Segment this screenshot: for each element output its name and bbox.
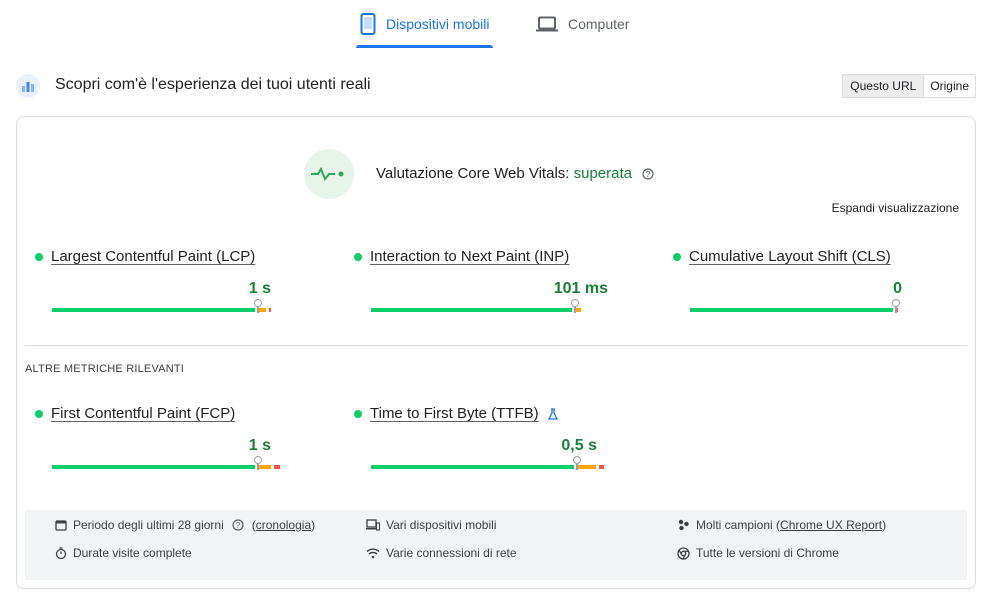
pulse-icon xyxy=(304,149,354,199)
metric-name-link[interactable]: Interaction to Next Paint (INP) xyxy=(370,248,569,265)
good-segment xyxy=(371,465,574,469)
network-info: Varie connessioni di rete xyxy=(366,546,517,560)
good-status-dot xyxy=(673,252,681,261)
flask-icon[interactable] xyxy=(547,407,559,420)
wifi-icon xyxy=(366,548,380,559)
distribution-bar xyxy=(52,299,330,313)
metric-name-link[interactable]: Largest Contentful Paint (LCP) xyxy=(51,248,255,265)
assessment-label: Valutazione Core Web Vitals: xyxy=(376,165,570,182)
laptop-icon xyxy=(536,16,558,32)
svg-text:?: ? xyxy=(236,521,241,530)
field-data-header: Scopri com'è l'esperienza dei tuoi utent… xyxy=(16,72,976,102)
metric-value: 1 s xyxy=(248,280,271,297)
device-tabs: Dispositivi mobili Computer xyxy=(0,0,986,48)
metric-value: 101 ms xyxy=(553,280,608,297)
users-chart-icon xyxy=(16,74,40,98)
core-web-vitals-card: Valutazione Core Web Vitals: superata ? … xyxy=(16,116,976,589)
toggle-origin[interactable]: Origine xyxy=(924,75,975,97)
period-info: Periodo degli ultimi 28 giorni ? (cronol… xyxy=(55,518,315,532)
chrome-text: Tutte le versioni di Chrome xyxy=(696,546,839,560)
section-divider xyxy=(25,345,967,346)
toggle-this-url[interactable]: Questo URL xyxy=(843,75,925,97)
metric-name-link[interactable]: Cumulative Layout Shift (CLS) xyxy=(689,248,891,265)
samples-text: Molti campioni xyxy=(696,518,773,532)
help-icon[interactable]: ? xyxy=(232,519,244,531)
good-status-dot xyxy=(35,409,43,418)
good-segment xyxy=(52,465,255,469)
network-text: Varie connessioni di rete xyxy=(386,546,517,560)
distribution-bar xyxy=(52,456,330,470)
poor-segment xyxy=(268,308,272,312)
tab-mobile-label: Dispositivi mobili xyxy=(386,16,490,32)
assessment-status: superata xyxy=(573,165,632,182)
metric-value: 1 s xyxy=(248,437,271,454)
history-link[interactable]: cronologia xyxy=(256,518,311,532)
percentile-marker xyxy=(571,299,580,313)
timer-icon xyxy=(55,547,67,559)
poor-segment xyxy=(598,465,605,469)
good-status-dot xyxy=(354,252,362,261)
help-icon[interactable]: ? xyxy=(642,168,654,180)
expand-view-button[interactable]: Espandi visualizzazione xyxy=(832,201,959,215)
percentile-marker xyxy=(253,456,262,470)
duration-text: Durate visite complete xyxy=(73,546,192,560)
other-metrics-title: ALTRE METRICHE RILEVANTI xyxy=(25,363,185,375)
metric-value: 0,5 s xyxy=(561,437,597,454)
good-segment xyxy=(52,308,255,312)
percentile-marker xyxy=(572,456,581,470)
distribution-bar xyxy=(371,456,649,470)
devices-icon xyxy=(366,519,380,531)
assessment-text: Valutazione Core Web Vitals: superata ? xyxy=(376,165,654,182)
duration-info: Durate visite complete xyxy=(55,546,192,560)
metric-name-link[interactable]: First Contentful Paint (FCP) xyxy=(51,405,235,422)
chrome-info: Tutte le versioni di Chrome xyxy=(677,546,839,560)
metric-name-link[interactable]: Time to First Byte (TTFB) xyxy=(370,405,539,422)
url-origin-toggle: Questo URL Origine xyxy=(842,74,976,98)
devices-text: Vari dispositivi mobili xyxy=(386,518,497,532)
samples-info: Molti campioni (Chrome UX Report) xyxy=(677,518,886,532)
samples-icon xyxy=(678,519,689,531)
good-segment xyxy=(371,308,573,312)
distribution-bar xyxy=(690,299,968,313)
tab-desktop[interactable]: Computer xyxy=(536,0,629,48)
devices-info: Vari dispositivi mobili xyxy=(366,518,496,532)
tab-mobile[interactable]: Dispositivi mobili xyxy=(356,0,494,48)
percentile-marker xyxy=(891,299,900,313)
period-text: Periodo degli ultimi 28 giorni xyxy=(73,518,224,532)
good-status-dot xyxy=(35,252,43,261)
metric-value: 0 xyxy=(893,280,902,297)
chrome-ux-report-link[interactable]: Chrome UX Report xyxy=(780,518,882,532)
paren-close: ) xyxy=(311,518,316,532)
page-title: Scopri com'è l'esperienza dei tuoi utent… xyxy=(55,76,371,93)
poor-segment xyxy=(274,465,280,469)
svg-text:?: ? xyxy=(646,170,651,179)
distribution-bar xyxy=(371,299,647,313)
smartphone-icon xyxy=(360,13,376,35)
active-tab-indicator xyxy=(356,45,494,48)
percentile-marker xyxy=(253,299,262,313)
chrome-icon xyxy=(677,546,690,560)
good-segment xyxy=(690,308,893,312)
paren-close: ) xyxy=(882,518,887,532)
data-info-footer: Periodo degli ultimi 28 giorni ? (cronol… xyxy=(25,510,967,580)
calendar-icon xyxy=(55,520,67,531)
tab-desktop-label: Computer xyxy=(568,16,630,32)
good-status-dot xyxy=(354,409,362,418)
